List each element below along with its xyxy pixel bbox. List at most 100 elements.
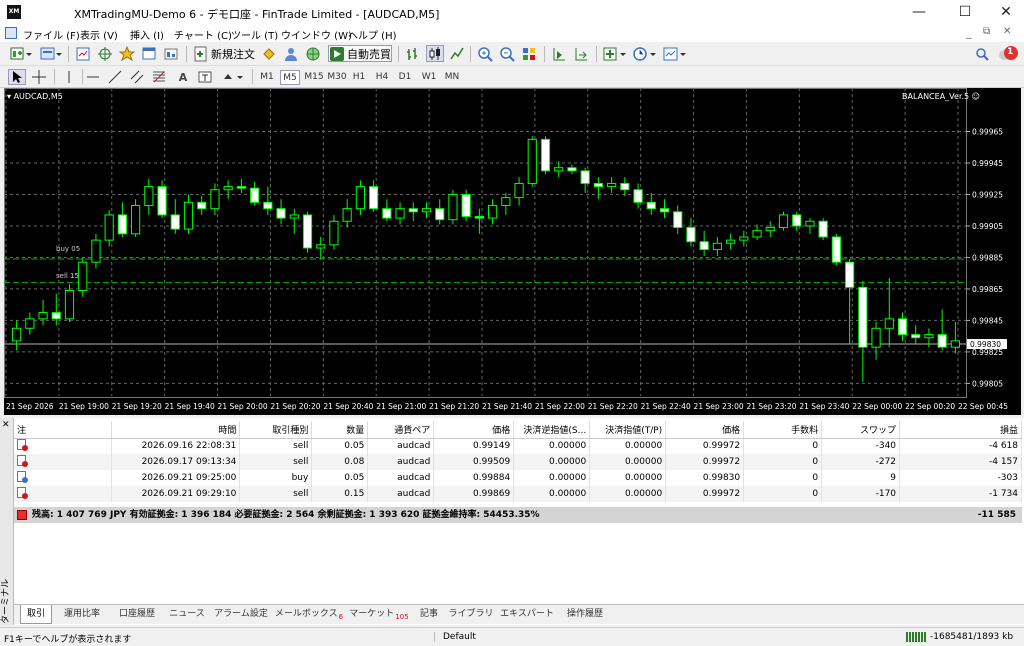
profiles-button[interactable] — [38, 45, 64, 62]
text-tool[interactable]: A — [174, 69, 192, 85]
maximize-button[interactable]: ☐ — [942, 0, 988, 25]
timeframe-m15[interactable]: M15 — [304, 70, 324, 85]
tester-button[interactable] — [162, 45, 180, 62]
col-type[interactable]: 取引種別 — [239, 421, 313, 439]
table-row[interactable]: 2026.09.21 09:29:10 sell 0.15 audcad 0.99869… — [14, 486, 1022, 502]
timeframe-h4[interactable]: H4 — [373, 70, 391, 85]
tab-7[interactable]: 記事 — [414, 605, 444, 624]
account-summary-row[interactable]: 残高: 1 407 769 JPY 有効証拠金: 1 396 184 必要証拠金… — [14, 507, 1022, 523]
menu-help[interactable]: ヘルプ (H) — [348, 27, 397, 42]
periods-button[interactable] — [632, 45, 658, 62]
col-volume[interactable]: 数量 — [311, 421, 369, 439]
timeframe-w1[interactable]: W1 — [419, 70, 439, 85]
fibonacci-tool[interactable] — [150, 69, 168, 85]
chart-shift-button[interactable] — [550, 45, 568, 62]
new-chart-button[interactable] — [8, 45, 34, 62]
metaquotes-language-button[interactable] — [260, 45, 278, 62]
col-swap[interactable]: スワップ — [821, 421, 901, 439]
templates-button[interactable] — [662, 45, 688, 62]
trendline-tool[interactable] — [106, 69, 124, 85]
candle-body — [739, 236, 749, 241]
candle-body — [673, 211, 683, 229]
chart-window-icon[interactable] — [5, 27, 17, 39]
arrows-tool[interactable] — [220, 69, 246, 85]
timeframe-m1[interactable]: M1 — [258, 70, 276, 85]
terminal-button[interactable] — [140, 45, 158, 62]
vertical-line-tool[interactable] — [60, 69, 78, 85]
col-time[interactable]: 時間 — [111, 421, 241, 439]
tab-0[interactable]: 取引 — [20, 605, 52, 624]
mdi-close-button[interactable]: ✕ — [1003, 26, 1011, 37]
market-watch-button[interactable] — [74, 45, 92, 62]
col-symbol[interactable]: 通貨ペア — [367, 421, 435, 439]
menu-view[interactable]: 表示 (V) — [80, 27, 118, 42]
col-commission[interactable]: 手数料 — [743, 421, 823, 439]
zoom-in-button[interactable] — [476, 45, 494, 62]
menu-window[interactable]: ウインドウ (W) — [281, 27, 352, 42]
tab-1[interactable]: 運用比率 — [56, 605, 108, 624]
table-row[interactable]: 2026.09.16 22:08:31 sell 0.05 audcad 0.99149… — [14, 438, 1022, 454]
terminal-close-icon[interactable]: ✕ — [2, 420, 10, 430]
tab-5[interactable]: メールボックス6 — [274, 605, 344, 624]
line-chart-button[interactable] — [448, 45, 466, 62]
bar-chart-button[interactable] — [404, 45, 422, 62]
zoom-out-button[interactable] — [498, 45, 516, 62]
timeframe-mn[interactable]: MN — [442, 70, 462, 85]
col-take-profit[interactable]: 決済指値(T/P) — [589, 421, 667, 439]
tab-2[interactable]: 口座履歴 — [112, 605, 162, 624]
indicators-button[interactable] — [602, 45, 628, 62]
tab-3[interactable]: ニュース — [166, 605, 208, 624]
signals-button[interactable] — [282, 45, 300, 62]
mdi-minimize-button[interactable]: _ — [966, 26, 972, 39]
col-open-price[interactable]: 価格 — [433, 421, 515, 439]
search-button[interactable] — [973, 45, 991, 62]
auto-scroll-button[interactable] — [572, 45, 590, 62]
equidistant-channel-tool[interactable] — [128, 69, 146, 85]
menu-chart[interactable]: チャート (C) — [174, 27, 232, 42]
candlestick-chart: 0.99965 0.99945 0.99925 0.99905 0.99885 0.998… — [4, 88, 1008, 411]
account-summary-text: 残高: 1 407 769 JPY 有効証拠金: 1 396 184 必要証拠金… — [32, 510, 540, 520]
timeframe-m30[interactable]: M30 — [327, 70, 347, 85]
new-order-button[interactable]: 新規注文 — [192, 45, 256, 62]
minimize-button[interactable]: — — [896, 0, 942, 25]
auto-trading-button[interactable]: 自動売買 — [328, 45, 392, 62]
expert-advisor-label[interactable]: BALANCEA_Ver.5 ☺ — [902, 92, 980, 101]
tile-windows-button[interactable] — [520, 45, 538, 62]
text-label-tool[interactable] — [196, 69, 214, 85]
candle-body — [289, 214, 299, 219]
horizontal-line-tool[interactable] — [84, 69, 102, 85]
timeframe-m5[interactable]: M5 — [280, 70, 300, 85]
mdi-restore-button[interactable]: ⧉ — [983, 26, 990, 37]
cursor-tool[interactable] — [8, 69, 26, 85]
timeframe-d1[interactable]: D1 — [396, 70, 414, 85]
menu-tools[interactable]: ツール (T) — [231, 27, 278, 42]
col-profit[interactable]: 損益 — [899, 421, 1022, 439]
arrows-icon — [224, 74, 243, 79]
tab-10[interactable]: 操作履歴 — [560, 605, 610, 624]
col-current-price[interactable]: 価格 — [665, 421, 745, 439]
candle-body — [527, 138, 537, 184]
chart-menu-triangle-icon[interactable]: ▾ — [7, 92, 11, 101]
tab-8[interactable]: ライブラリ — [448, 605, 494, 624]
timeframe-h1[interactable]: H1 — [350, 70, 368, 85]
menu-file[interactable]: ファイル (F) — [23, 27, 80, 42]
crosshair-tool[interactable] — [30, 69, 48, 85]
navigator-button[interactable] — [118, 45, 136, 62]
table-row[interactable]: 2026.09.17 09:13:34 sell 0.08 audcad 0.99509… — [14, 454, 1022, 470]
col-ticket[interactable]: 注 — [14, 421, 113, 439]
data-window-button[interactable] — [96, 45, 114, 62]
status-profile[interactable]: Default — [434, 632, 476, 642]
close-button[interactable]: ✕ — [988, 0, 1024, 25]
price-chart[interactable]: 0.99965 0.99945 0.99925 0.99905 0.99885 0.998… — [4, 88, 1021, 415]
tab-9[interactable]: エキスパート — [498, 605, 556, 624]
market-button[interactable] — [304, 45, 322, 62]
candlestick-chart-button[interactable] — [426, 45, 444, 62]
candle — [659, 199, 670, 219]
notifications-button[interactable]: 1 — [996, 45, 1020, 62]
menu-insert[interactable]: 挿入 (I) — [130, 27, 164, 42]
table-row[interactable]: 2026.09.21 09:25:00 buy 0.05 audcad 0.99884 0… — [14, 470, 1022, 486]
tab-4[interactable]: アラーム設定 — [212, 605, 270, 624]
col-stop-loss[interactable]: 決済逆指値(S... — [513, 421, 591, 439]
candle-body — [117, 214, 127, 235]
tab-6[interactable]: マーケット105 — [348, 605, 410, 624]
